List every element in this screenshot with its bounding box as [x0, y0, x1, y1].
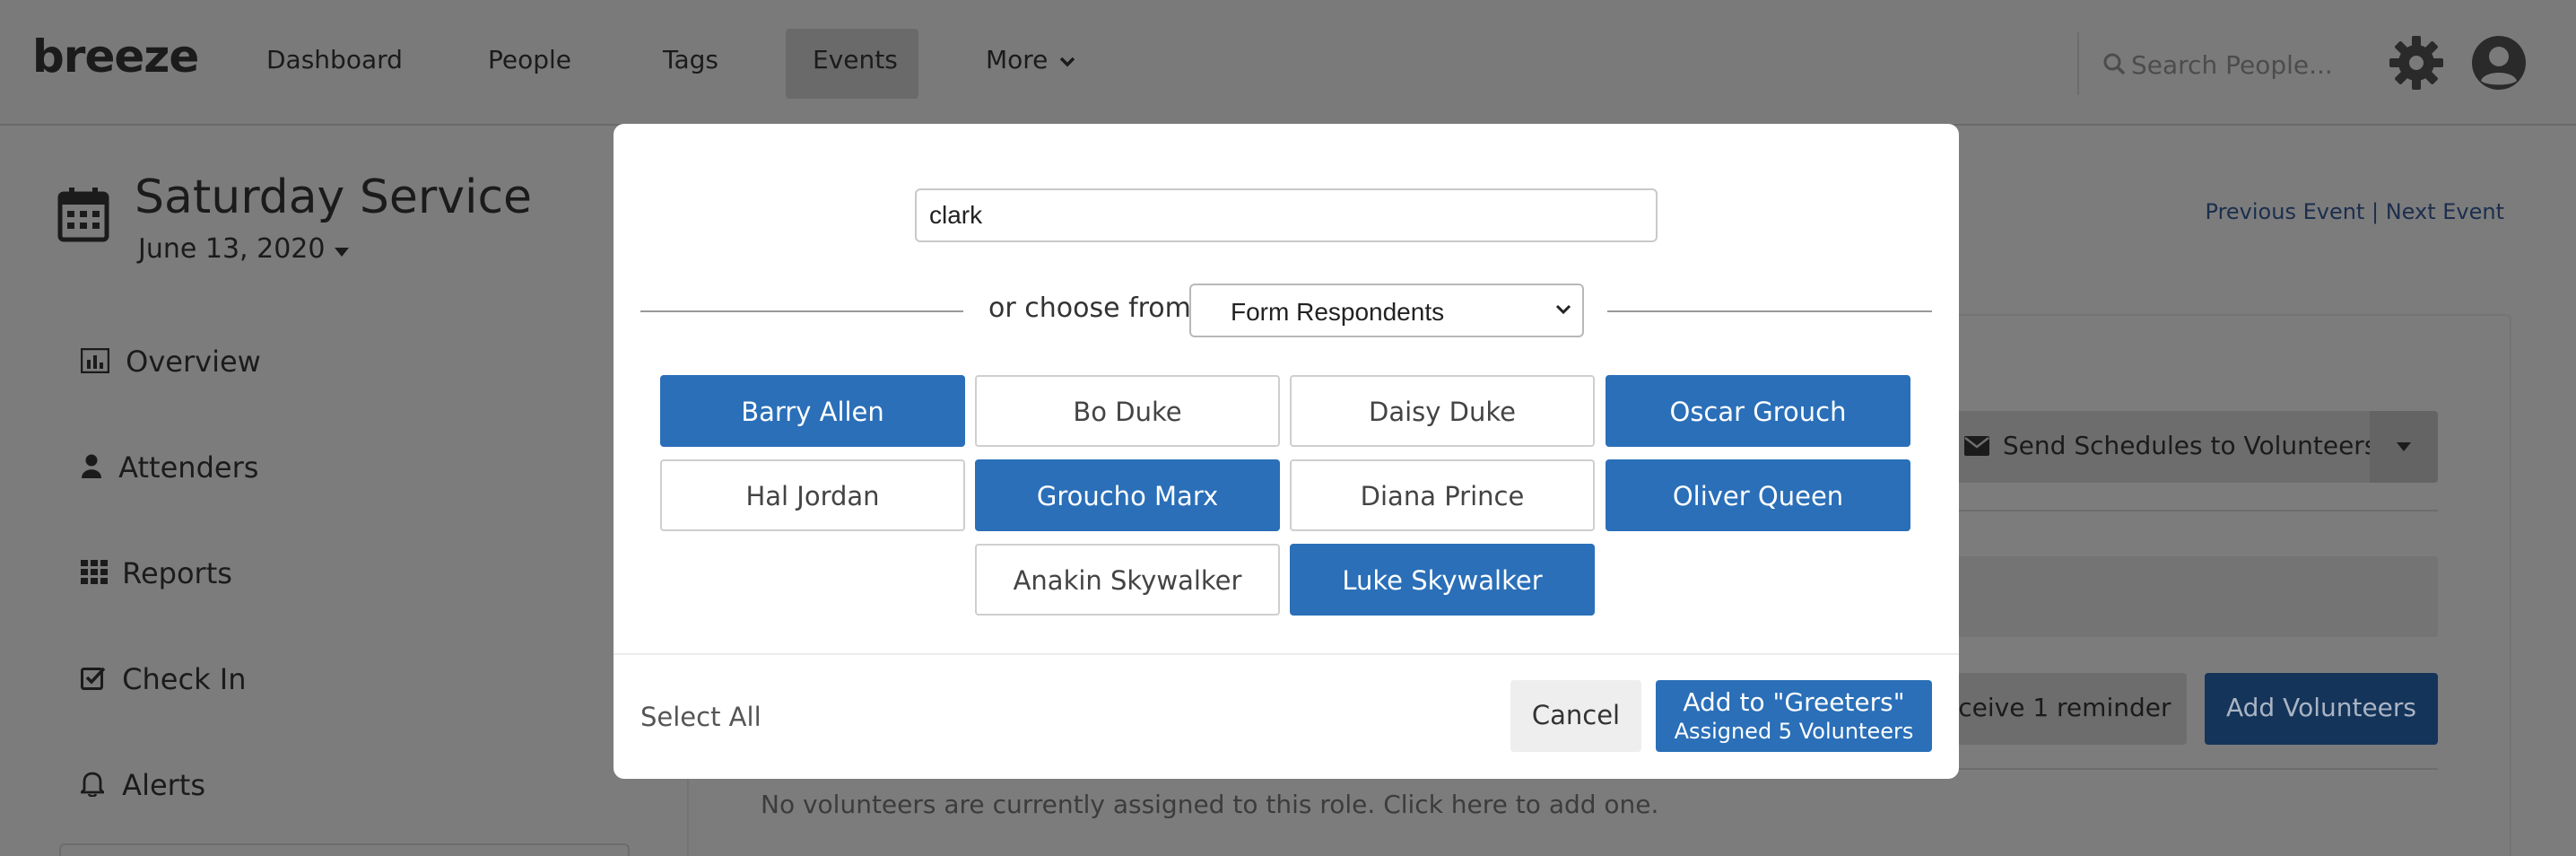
person-option-daisy-duke[interactable]: Daisy Duke: [1290, 375, 1595, 447]
search-icon: [2103, 53, 2126, 75]
add-volunteers-label: Add Volunteers: [2225, 693, 2417, 722]
reminder-label: eceive 1 reminder: [1943, 693, 2171, 722]
cancel-button[interactable]: Cancel: [1510, 680, 1641, 752]
nav-tags[interactable]: Tags: [663, 45, 718, 74]
next-event-link[interactable]: Next Event: [2386, 199, 2504, 224]
caret-down-icon: [335, 248, 350, 257]
event-date-label: June 13, 2020: [138, 233, 326, 265]
event-nav-separator: |: [2371, 199, 2380, 224]
people-search[interactable]: Search People...: [2077, 32, 2364, 95]
event-date-selector[interactable]: June 13, 2020: [138, 233, 350, 265]
sidebar-item-alerts[interactable]: Alerts: [78, 768, 206, 804]
person-option-barry-allen[interactable]: Barry Allen: [660, 375, 965, 447]
divider: [1925, 510, 2438, 511]
chevron-down-icon: [1060, 57, 1075, 67]
gear-icon[interactable]: [2388, 34, 2445, 92]
nav-dashboard[interactable]: Dashboard: [266, 45, 403, 74]
caret-down-icon: [2397, 442, 2411, 451]
person-option-oscar-grouch[interactable]: Oscar Grouch: [1606, 375, 1910, 447]
chevron-down-icon: [1555, 304, 1571, 315]
sidebar-item-label: Alerts: [122, 768, 206, 802]
role-info-bar: [1925, 556, 2438, 637]
envelope-icon: [1964, 436, 1989, 456]
modal-footer-divider: [614, 653, 1959, 655]
person-option-hal-jordan[interactable]: Hal Jordan: [660, 459, 965, 531]
add-volunteers-button[interactable]: Add Volunteers: [2205, 673, 2438, 745]
person-option-luke-skywalker[interactable]: Luke Skywalker: [1290, 544, 1595, 616]
sidebar-item-label: Check In: [122, 662, 247, 696]
person-search-input[interactable]: [915, 188, 1658, 242]
sidebar-item-reports[interactable]: Reports: [81, 556, 232, 592]
select-all-link[interactable]: Select All: [640, 702, 761, 732]
sidebar-item-attenders[interactable]: Attenders: [81, 450, 258, 486]
sidebar-item-label: Overview: [126, 345, 261, 379]
assigned-count-label: Assigned 5 Volunteers: [1674, 719, 1914, 744]
top-navigation: breeze Dashboard People Tags Events More…: [0, 0, 2576, 126]
user-avatar-icon[interactable]: [2470, 34, 2528, 92]
sidebar-panel-edge: [59, 843, 630, 856]
choose-from-select[interactable]: Form Respondents: [1189, 284, 1584, 337]
choose-from-value: Form Respondents: [1231, 298, 1445, 326]
search-placeholder: Search People...: [2131, 50, 2333, 80]
empty-volunteers-message[interactable]: No volunteers are currently assigned to …: [761, 790, 1658, 819]
previous-event-link[interactable]: Previous Event: [2206, 199, 2365, 224]
sidebar-item-check-in[interactable]: Check In: [81, 662, 247, 698]
divider-left: [640, 310, 963, 312]
grid-icon: [81, 560, 108, 584]
nav-events[interactable]: Events: [813, 45, 898, 74]
nav-more-label: More: [986, 45, 1049, 74]
divider-right: [1607, 310, 1932, 312]
event-title: Saturday Service: [135, 170, 533, 224]
add-volunteers-modal: or choose from Form Respondents Barry Al…: [614, 124, 1959, 779]
user-icon: [82, 454, 101, 478]
sidebar-item-overview[interactable]: Overview: [80, 345, 261, 380]
add-to-role-label: Add to "Greeters": [1683, 687, 1905, 717]
person-option-bo-duke[interactable]: Bo Duke: [975, 375, 1280, 447]
nav-people[interactable]: People: [488, 45, 571, 74]
person-option-anakin-skywalker[interactable]: Anakin Skywalker: [975, 544, 1280, 616]
sidebar-item-label: Attenders: [118, 450, 259, 485]
bell-icon: [78, 772, 107, 798]
add-to-role-button[interactable]: Add to "Greeters" Assigned 5 Volunteers: [1656, 680, 1932, 752]
bar-chart-icon: [80, 347, 110, 374]
calendar-icon: [57, 188, 109, 242]
checkbox-icon: [81, 667, 106, 690]
event-pagination: Previous Event | Next Event: [2206, 199, 2504, 224]
person-option-groucho-marx[interactable]: Groucho Marx: [975, 459, 1280, 531]
breeze-logo[interactable]: breeze: [32, 31, 199, 83]
nav-more[interactable]: More: [986, 45, 1075, 74]
choose-from-label: or choose from: [988, 293, 1191, 324]
person-option-oliver-queen[interactable]: Oliver Queen: [1606, 459, 1910, 531]
person-option-diana-prince[interactable]: Diana Prince: [1290, 459, 1595, 531]
send-schedules-label: Send Schedules to Volunteers: [2002, 431, 2378, 460]
sidebar-item-label: Reports: [122, 556, 232, 590]
reminder-button[interactable]: eceive 1 reminder: [1925, 673, 2187, 745]
send-schedules-button[interactable]: Send Schedules to Volunteers: [1925, 411, 2377, 483]
send-schedules-dropdown[interactable]: [2370, 411, 2438, 483]
cancel-label: Cancel: [1531, 700, 1621, 730]
